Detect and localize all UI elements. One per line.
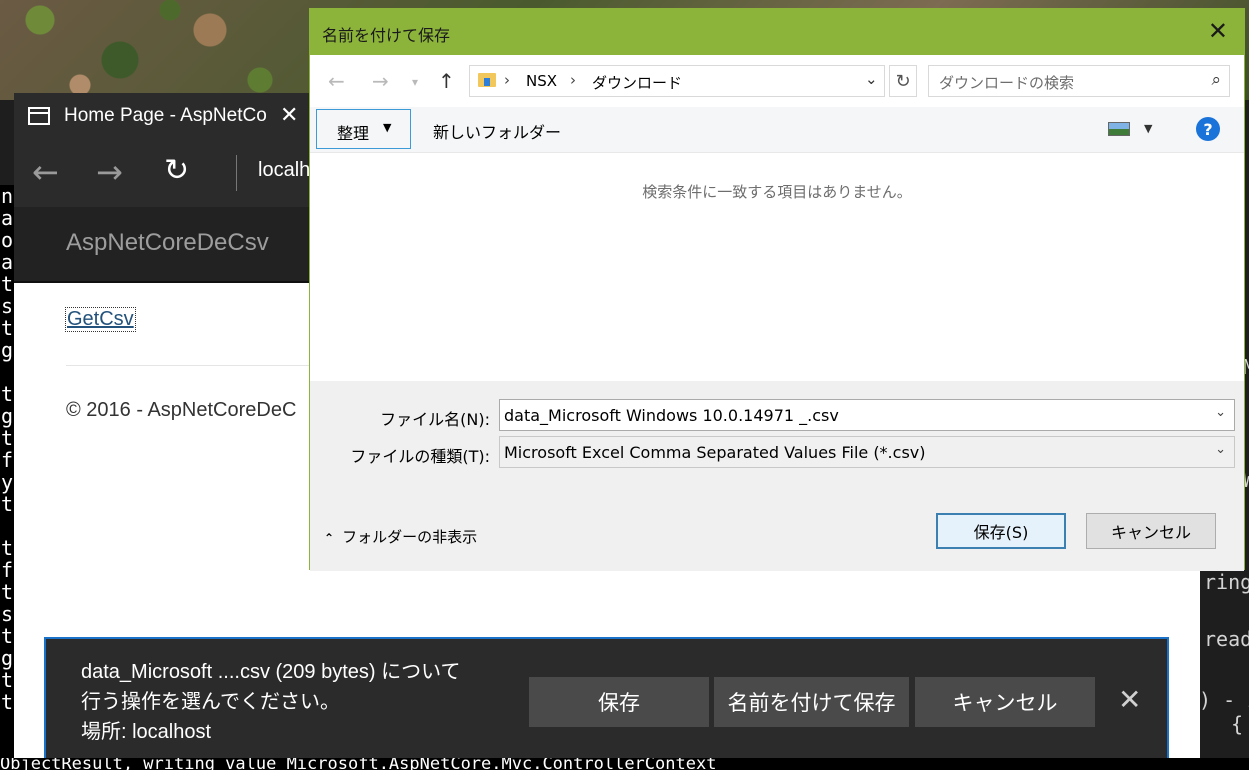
console-bottom-line: ObjectResult, writing value Microsoft.As…: [0, 758, 1249, 770]
download-message: data_Microsoft ....csv (209 bytes) について …: [81, 657, 461, 747]
console-char: g: [1, 338, 14, 362]
close-icon[interactable]: ✕: [1118, 683, 1141, 716]
search-placeholder: ダウンロードの検索: [939, 74, 1075, 92]
console-char: t: [1, 536, 14, 560]
hide-folders-label: フォルダーの非表示: [342, 528, 478, 546]
download-cancel-button[interactable]: キャンセル: [915, 677, 1095, 727]
console-char: a: [1, 206, 14, 230]
refresh-icon[interactable]: ↻: [889, 65, 917, 97]
console-char: n: [1, 185, 14, 208]
change-view-icon[interactable]: [1108, 122, 1130, 136]
dialog-toolbar: 整理 ▼ 新しいフォルダー ▼ ?: [310, 107, 1244, 153]
console-char: a: [1, 250, 14, 274]
hide-folders-toggle[interactable]: ⌃ フォルダーの非表示: [324, 526, 477, 547]
browser-tab-title[interactable]: Home Page - AspNetCo: [64, 105, 269, 127]
chevron-right-icon: ›: [570, 71, 576, 89]
back-arrow-icon[interactable]: ←: [328, 69, 345, 93]
console-char: t: [1, 690, 14, 714]
filename-input[interactable]: data_Microsoft Windows 10.0.14971 _.csv …: [499, 399, 1235, 431]
downloads-folder-icon: [478, 73, 496, 87]
console-char: s: [1, 602, 14, 626]
nav-divider: [236, 155, 237, 191]
filename-value: data_Microsoft Windows 10.0.14971 _.csv: [504, 406, 839, 425]
recent-locations-chevron-icon[interactable]: ▾: [412, 75, 418, 89]
search-input[interactable]: ダウンロードの検索 ⌕: [928, 65, 1230, 97]
console-char: f: [1, 558, 14, 582]
code-line: ring: [1204, 570, 1249, 594]
download-save-button[interactable]: 保存: [529, 677, 709, 727]
breadcrumb-downloads[interactable]: ダウンロード: [592, 72, 682, 93]
cancel-button[interactable]: キャンセル: [1086, 513, 1216, 549]
search-icon[interactable]: ⌕: [1211, 70, 1221, 90]
get-csv-link[interactable]: GetCsv: [65, 307, 136, 332]
address-bar[interactable]: › NSX › ダウンロード ⌄: [469, 65, 885, 97]
console-char: t: [1, 668, 14, 692]
filename-label: ファイル名(N):: [380, 410, 490, 429]
console-char: f: [1, 448, 14, 472]
download-notification-bar: data_Microsoft ....csv (209 bytes) について …: [44, 637, 1169, 770]
console-char: y: [1, 470, 14, 494]
filetype-select[interactable]: Microsoft Excel Comma Separated Values F…: [499, 436, 1235, 468]
tab-page-icon: [28, 107, 50, 125]
console-window: n a o a t s t g t g t f y t t f t s t g …: [0, 185, 14, 770]
empty-message: 検索条件に一致する項目はありません。: [642, 183, 912, 201]
site-brand[interactable]: AspNetCoreDeCsv: [66, 229, 269, 257]
close-icon[interactable]: ✕: [1208, 17, 1228, 45]
site-footer: © 2016 - AspNetCoreDeC: [66, 399, 297, 421]
console-char: t: [1, 426, 14, 450]
console-char: t: [1, 272, 14, 296]
file-list-area[interactable]: 検索条件に一致する項目はありません。: [310, 153, 1244, 381]
console-char: g: [1, 404, 14, 428]
console-char: t: [1, 492, 14, 516]
address-bar[interactable]: localh: [258, 159, 310, 182]
chevron-down-icon[interactable]: ⌄: [1215, 442, 1226, 457]
breadcrumb-nsx[interactable]: NSX: [526, 72, 557, 90]
chevron-up-icon: ⌃: [324, 531, 335, 545]
close-tab-icon[interactable]: ✕: [280, 103, 298, 128]
up-arrow-icon[interactable]: ↑: [438, 69, 455, 93]
console-char: t: [1, 624, 14, 648]
dialog-navigation-row: ← → ▾ ↑ › NSX › ダウンロード ⌄ ↻ ダウンロードの検索 ⌕: [310, 55, 1244, 107]
console-char: [0, 515, 14, 537]
forward-arrow-icon[interactable]: →: [372, 69, 389, 93]
save-button[interactable]: 保存(S): [936, 513, 1066, 549]
code-line: ) - if: [1199, 688, 1249, 712]
caret-down-icon: ▼: [383, 121, 392, 134]
console-char: t: [1, 316, 14, 340]
download-message-line: data_Microsoft ....csv (209 bytes) について: [81, 661, 461, 683]
console-char: [0, 361, 14, 383]
console-char: g: [1, 646, 14, 670]
console-char: s: [1, 294, 14, 318]
organize-button[interactable]: 整理 ▼: [316, 109, 411, 149]
chevron-down-icon[interactable]: ⌄: [1215, 405, 1226, 420]
organize-label: 整理: [337, 124, 370, 143]
code-line: read: [1204, 627, 1249, 651]
dialog-title: 名前を付けて保存: [322, 26, 451, 45]
new-folder-button[interactable]: 新しいフォルダー: [433, 119, 561, 143]
content-divider: [66, 365, 326, 366]
download-message-line: 場所: localhost: [81, 721, 212, 743]
back-arrow-icon[interactable]: ←: [32, 153, 59, 191]
download-save-as-button[interactable]: 名前を付けて保存: [714, 677, 909, 727]
chevron-right-icon: ›: [504, 71, 510, 89]
console-char: t: [1, 580, 14, 604]
code-line: {: [1231, 712, 1244, 736]
console-char: t: [1, 382, 14, 406]
filetype-label: ファイルの種類(T):: [350, 447, 490, 466]
console-char: o: [1, 228, 14, 252]
download-message-line: 行う操作を選んでください。: [81, 691, 340, 713]
caret-down-icon[interactable]: ▼: [1144, 122, 1152, 135]
chevron-down-icon[interactable]: ⌄: [865, 70, 878, 88]
forward-arrow-icon[interactable]: →: [96, 153, 123, 191]
save-as-dialog: 名前を付けて保存 ✕ ← → ▾ ↑ › NSX › ダウンロード ⌄ ↻ ダウ…: [309, 8, 1245, 571]
filetype-value: Microsoft Excel Comma Separated Values F…: [504, 443, 926, 462]
dialog-footer: ファイル名(N): data_Microsoft Windows 10.0.14…: [310, 381, 1244, 571]
refresh-icon[interactable]: ↻: [164, 153, 189, 188]
dialog-title-bar: 名前を付けて保存 ✕: [310, 9, 1244, 55]
help-icon[interactable]: ?: [1196, 117, 1220, 141]
